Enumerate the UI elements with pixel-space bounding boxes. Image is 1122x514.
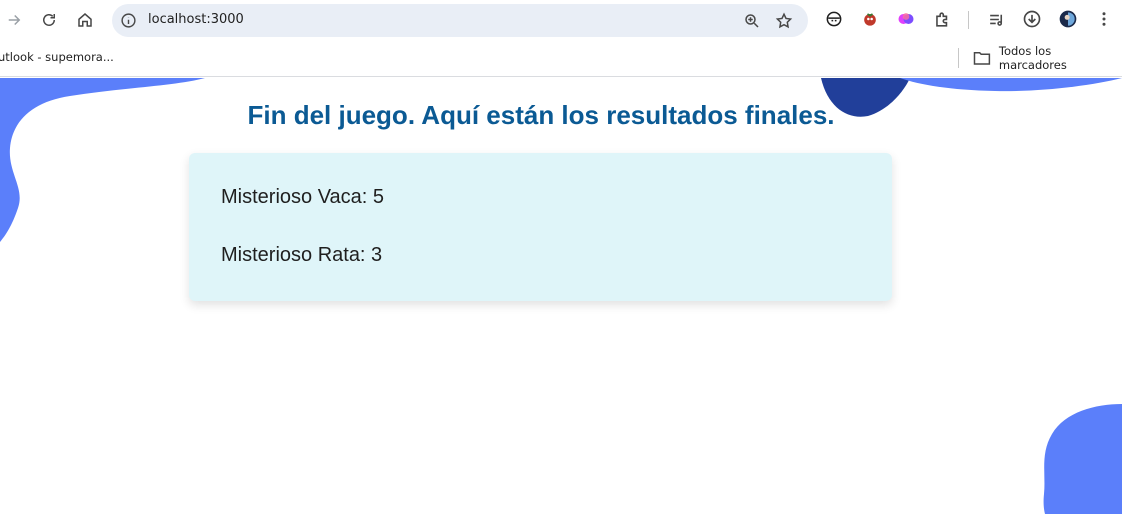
page-viewport: Fin del juego. Aquí están los resultados…	[0, 78, 1122, 514]
extension-mask-button[interactable]	[823, 8, 845, 30]
bookmarks-separator	[958, 48, 959, 68]
reload-button[interactable]	[35, 6, 63, 34]
decorative-blob-top-right	[900, 78, 1122, 92]
extension-tomato-button[interactable]	[859, 8, 881, 30]
downloads-button[interactable]	[1021, 8, 1043, 30]
puzzle-icon	[935, 11, 947, 27]
result-item: Misterioso Vaca: 5	[221, 186, 385, 208]
url-text[interactable]: localhost:3000	[148, 12, 244, 27]
zoom-icon	[745, 14, 759, 28]
bookmarks-bar: utlook - supemora... Todos los marcadore…	[0, 40, 1122, 77]
media-control-button[interactable]	[985, 8, 1007, 30]
toolbar-separator	[968, 11, 969, 29]
extension-brain-button[interactable]	[895, 8, 917, 30]
brain-extension-icon	[898, 13, 914, 24]
all-bookmarks-label: Todos los marcadores	[998, 44, 1067, 72]
page-title: Fin del juego. Aquí están los resultados…	[247, 100, 835, 130]
all-bookmarks-button[interactable]: Todos los marcadores	[973, 44, 1122, 72]
tomato-extension-icon	[864, 13, 876, 26]
playlist-icon	[989, 14, 1002, 26]
reload-icon	[43, 14, 55, 26]
forward-arrow-icon	[8, 14, 21, 26]
forward-button[interactable]	[0, 6, 28, 34]
result-item: Misterioso Rata: 3	[221, 244, 383, 266]
more-vertical-icon	[1102, 12, 1106, 26]
browser-toolbar: localhost:3000	[0, 0, 1122, 40]
menu-button[interactable]	[1093, 8, 1115, 30]
bookmark-item[interactable]: utlook - supemora...	[0, 50, 114, 64]
star-icon	[775, 12, 793, 29]
profile-button[interactable]	[1057, 8, 1079, 30]
decorative-blob-bottom-right	[1043, 404, 1122, 514]
address-bar[interactable]: localhost:3000	[112, 4, 808, 37]
profile-avatar-icon	[1059, 10, 1077, 28]
bookmark-star-button[interactable]	[772, 9, 796, 33]
home-icon	[78, 13, 92, 27]
home-button[interactable]	[71, 6, 99, 34]
mask-extension-icon	[826, 11, 842, 27]
site-info-icon[interactable]	[120, 12, 137, 29]
zoom-button[interactable]	[740, 9, 764, 33]
folder-icon	[973, 52, 991, 65]
extensions-button[interactable]	[931, 8, 953, 30]
download-icon	[1023, 10, 1041, 28]
results-card: Misterioso Vaca: 5 Misterioso Rata: 3	[189, 153, 892, 301]
